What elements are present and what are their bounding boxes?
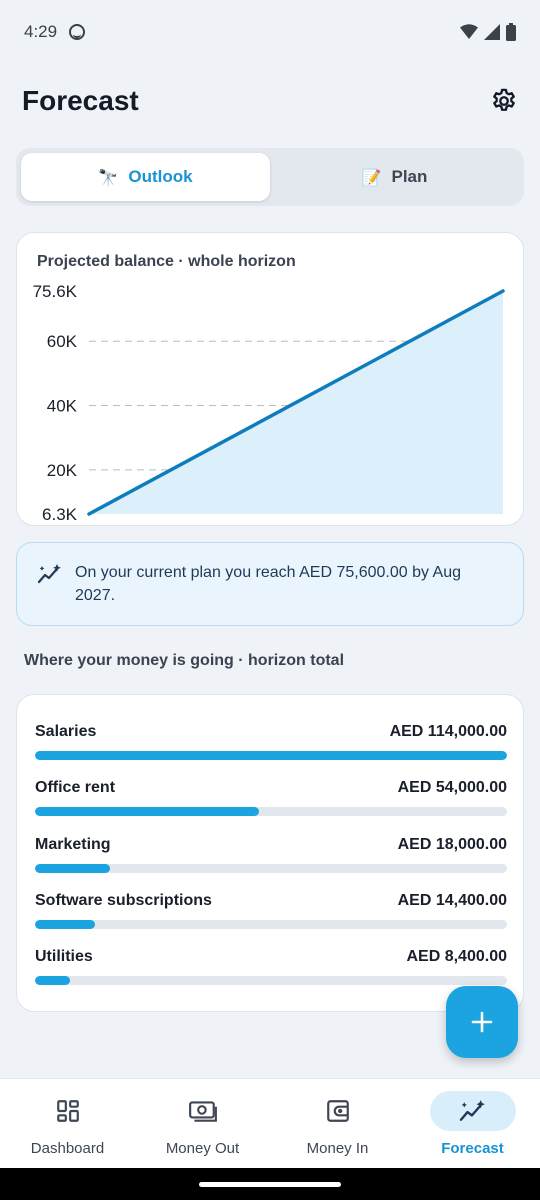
balance-chart: 6.3K 20K 40K 60K 75.6K bbox=[33, 282, 505, 524]
nav-money-in[interactable]: Money In bbox=[270, 1079, 405, 1168]
signal-icon bbox=[484, 24, 500, 40]
view-toggle: 🔭 Outlook 📝 Plan bbox=[16, 148, 524, 206]
expense-row-utilities[interactable]: Utilities AED 8,400.00 bbox=[35, 948, 507, 988]
expense-bar-fill bbox=[35, 920, 95, 929]
nav-dashboard[interactable]: Dashboard bbox=[0, 1079, 135, 1168]
balance-chart-card: Projected balance · whole horizon 6.3K 20… bbox=[16, 232, 524, 526]
expense-amount: AED 18,000.00 bbox=[397, 836, 507, 853]
wifi-icon bbox=[460, 24, 478, 39]
y-tick-label: 75.6K bbox=[33, 282, 78, 301]
money-out-icon bbox=[188, 1101, 217, 1122]
expense-bar bbox=[35, 920, 507, 929]
expense-row-software-subscriptions[interactable]: Software subscriptions AED 14,400.00 bbox=[35, 892, 507, 932]
expense-bar-fill bbox=[35, 864, 110, 873]
gear-icon bbox=[493, 88, 515, 111]
money-in-icon bbox=[326, 1100, 349, 1122]
expense-name: Marketing bbox=[35, 836, 111, 853]
nav-money-out[interactable]: Money Out bbox=[135, 1079, 270, 1168]
system-gesture-bar bbox=[0, 1168, 540, 1200]
nav-forecast-label: Forecast bbox=[441, 1140, 504, 1157]
nav-forecast[interactable]: Forecast bbox=[405, 1079, 540, 1168]
nav-money-out-label: Money Out bbox=[165, 1140, 240, 1157]
dashboard-icon bbox=[56, 1100, 79, 1122]
expense-amount: AED 114,000.00 bbox=[389, 723, 507, 740]
forecast-icon bbox=[459, 1100, 485, 1121]
expense-bar-fill bbox=[35, 976, 70, 985]
y-tick-label: 40K bbox=[47, 397, 78, 416]
status-bar: 4:29 bbox=[0, 0, 540, 64]
insight-text: On your current plan you reach AED 75,60… bbox=[75, 564, 462, 604]
expense-bar bbox=[35, 864, 507, 873]
status-time: 4:29 bbox=[24, 22, 58, 41]
expense-name: Utilities bbox=[35, 948, 93, 965]
tab-plan[interactable]: 📝 Plan bbox=[270, 153, 519, 201]
page-title: Forecast bbox=[22, 85, 139, 116]
plus-icon bbox=[471, 1011, 493, 1033]
tab-plan-label: Plan bbox=[391, 167, 428, 186]
header: Forecast bbox=[22, 76, 524, 126]
gesture-handle[interactable] bbox=[199, 1182, 341, 1187]
sparkle-trend-icon bbox=[37, 564, 61, 584]
nav-forecast-indicator bbox=[429, 1091, 516, 1131]
nav-dashboard-label: Dashboard bbox=[30, 1140, 105, 1157]
notification-face-icon bbox=[69, 24, 86, 40]
y-tick-label: 20K bbox=[47, 461, 78, 480]
expense-bar bbox=[35, 976, 507, 985]
expense-row-office-rent[interactable]: Office rent AED 54,000.00 bbox=[35, 779, 507, 819]
expense-name: Salaries bbox=[35, 723, 97, 740]
settings-button[interactable] bbox=[484, 81, 524, 121]
expense-bar bbox=[35, 807, 507, 816]
expense-bar-fill bbox=[35, 807, 259, 816]
expense-name: Software subscriptions bbox=[35, 892, 212, 909]
telescope-icon: 🔭 bbox=[98, 167, 119, 187]
expense-bar-fill bbox=[35, 751, 507, 760]
memo-icon: 📝 bbox=[361, 167, 382, 187]
expense-amount: AED 14,400.00 bbox=[397, 892, 507, 909]
expense-amount: AED 54,000.00 bbox=[397, 779, 507, 796]
expense-bar bbox=[35, 751, 507, 760]
tab-outlook-label: Outlook bbox=[128, 167, 193, 186]
status-icons bbox=[460, 23, 516, 41]
nav-money-in-indicator bbox=[295, 1091, 381, 1131]
tab-outlook[interactable]: 🔭 Outlook bbox=[21, 153, 270, 201]
y-tick-label: 60K bbox=[47, 332, 78, 351]
expense-row-salaries[interactable]: Salaries AED 114,000.00 bbox=[35, 723, 507, 763]
expense-breakdown-card: Salaries AED 114,000.00 Office rent AED … bbox=[16, 694, 524, 1012]
nav-money-out-indicator bbox=[160, 1091, 246, 1131]
expense-name: Office rent bbox=[35, 779, 116, 796]
nav-dashboard-indicator bbox=[25, 1091, 111, 1131]
y-tick-label: 6.3K bbox=[42, 505, 78, 524]
expense-row-marketing[interactable]: Marketing AED 18,000.00 bbox=[35, 836, 507, 876]
forecast-insight: On your current plan you reach AED 75,60… bbox=[16, 542, 524, 626]
breakdown-heading: Where your money is going · horizon tota… bbox=[24, 652, 345, 669]
battery-icon bbox=[506, 23, 516, 41]
expense-amount: AED 8,400.00 bbox=[406, 948, 507, 965]
bottom-navigation: Dashboard Money Out Money In Forecast bbox=[0, 1078, 540, 1168]
nav-money-in-label: Money In bbox=[306, 1140, 369, 1157]
add-button[interactable] bbox=[446, 986, 518, 1058]
